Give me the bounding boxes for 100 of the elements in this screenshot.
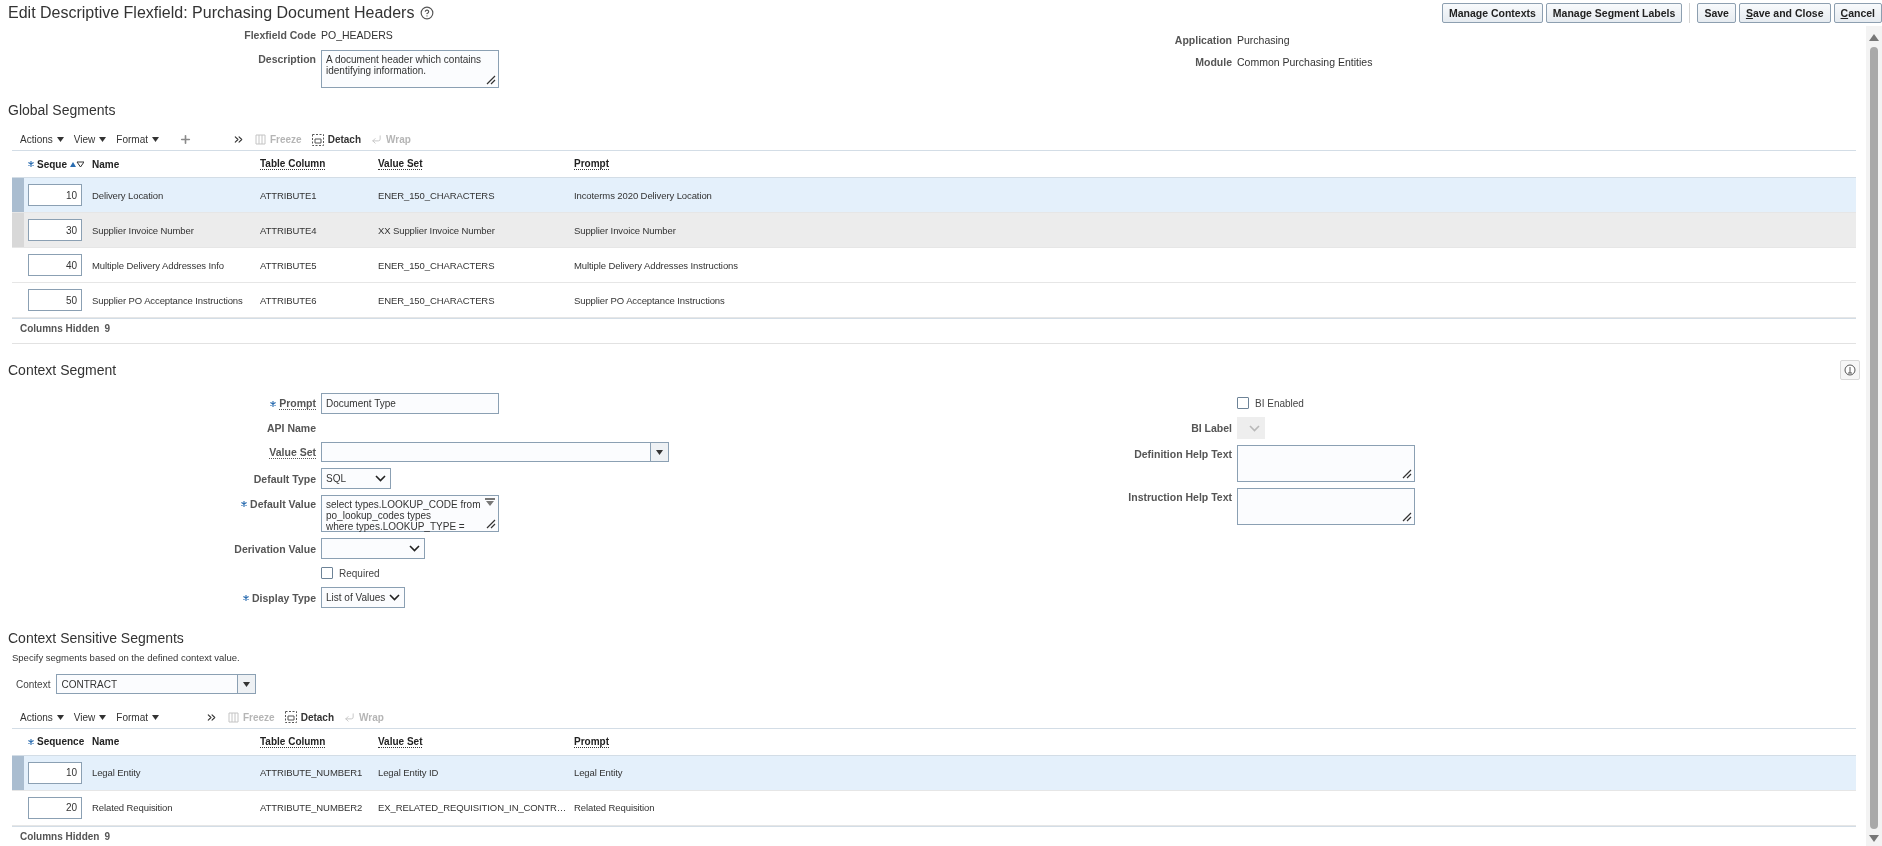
field-label: Flexfield Code xyxy=(244,29,316,41)
field-label: Context xyxy=(16,679,51,690)
detach-icon xyxy=(284,711,297,724)
select-field[interactable]: List of Values xyxy=(321,587,405,609)
field-label: API Name xyxy=(266,422,316,435)
caret-icon xyxy=(56,714,64,720)
header-button[interactable]: Save xyxy=(1697,3,1736,23)
checkbox-field[interactable]: BI Enabled xyxy=(1237,395,1415,412)
detach-icon xyxy=(311,133,324,146)
hidden-count: 9 xyxy=(104,323,110,335)
code-field[interactable]: select types.LOOKUP_CODE from po_lookup_codes types where types.LOOKUP_TYPE = xyxy=(321,495,499,533)
field-label: BI Label xyxy=(1191,422,1232,435)
field-label: Display Type xyxy=(252,592,316,604)
column-header[interactable]: Sequence xyxy=(37,736,85,748)
menu-button[interactable]: Actions xyxy=(20,711,64,723)
toolbar-button[interactable]: Detach xyxy=(311,133,361,146)
table-cell-text: Supplier Invoice Number xyxy=(573,224,676,236)
resize-handle-icon[interactable] xyxy=(486,75,496,85)
table-row[interactable]: 10 Legal Entity ATTRIBUTE_NUMBER1 Legal Entity ID Legal Entity xyxy=(12,755,1856,791)
checkbox[interactable] xyxy=(1237,397,1249,410)
sequence-field[interactable]: 50 xyxy=(28,289,82,312)
sequence-field[interactable]: 10 xyxy=(28,184,82,207)
view-toggle-button[interactable] xyxy=(1840,360,1860,381)
field-value: SQL xyxy=(326,473,346,485)
sequence-field[interactable]: 20 xyxy=(28,796,82,819)
table-cell-text: EX_RELATED_REQUISITION_IN_CONTR… xyxy=(377,802,567,814)
wrap-icon xyxy=(371,134,382,146)
dropdown-button[interactable] xyxy=(650,443,668,462)
header-button[interactable]: Manage Segment Labels xyxy=(1545,3,1683,23)
table-cell-text: Related Requisition xyxy=(573,802,655,814)
column-header[interactable]: Prompt xyxy=(574,158,609,171)
checkbox-field[interactable]: Required xyxy=(321,565,1058,582)
context-field[interactable]: CONTRACT xyxy=(56,674,257,695)
chevron-down-icon xyxy=(375,475,386,483)
resize-handle-icon[interactable] xyxy=(1402,469,1412,480)
scroll-arrow-icon[interactable] xyxy=(485,498,495,507)
column-header[interactable]: Value Set xyxy=(378,735,423,748)
column-header[interactable]: Value Set xyxy=(378,158,423,171)
field-label: Value Set xyxy=(269,446,316,459)
table-cell-text: Related Requisition xyxy=(91,802,173,814)
add-button[interactable] xyxy=(178,133,192,147)
sequence-field[interactable]: 10 xyxy=(28,761,82,784)
page-title: Edit Descriptive Flexfield: Purchasing Document Headers xyxy=(8,4,415,22)
menu-button[interactable]: Actions xyxy=(20,134,64,146)
dropdown-button[interactable] xyxy=(237,675,256,694)
header-button[interactable]: Cancel xyxy=(1833,3,1882,23)
chevron-down-icon xyxy=(409,545,420,553)
section-title: Context Segment xyxy=(8,361,117,381)
menu-button[interactable]: Format xyxy=(116,711,159,723)
header-button[interactable]: Manage Contexts xyxy=(1441,3,1543,23)
columns-icon xyxy=(254,134,266,146)
column-header[interactable]: Name xyxy=(92,158,120,170)
resize-handle-icon[interactable] xyxy=(486,519,496,530)
column-header[interactable]: Table Column xyxy=(260,158,326,171)
section-title: Global Segments xyxy=(8,101,117,120)
toolbar-button[interactable]: Detach xyxy=(284,711,334,724)
checkbox-label: BI Enabled xyxy=(1255,398,1304,409)
wrap-icon xyxy=(344,711,355,723)
menu-button[interactable]: View xyxy=(73,711,107,723)
select-field[interactable]: SQL xyxy=(321,468,391,490)
caret-icon xyxy=(99,714,107,720)
section-description: Specify segments based on the defined context value. xyxy=(12,651,241,666)
select-field[interactable] xyxy=(321,538,425,560)
sequence-field[interactable]: 30 xyxy=(28,219,82,242)
field-label: Module xyxy=(1195,56,1232,68)
table-row[interactable]: 10 Delivery Location ATTRIBUTE1 ENER_150_CHARACTERS Incoterms 2020 Delivery Location xyxy=(12,178,1856,214)
column-header[interactable]: Name xyxy=(92,736,120,748)
checkbox[interactable] xyxy=(321,567,333,580)
help-icon[interactable] xyxy=(420,6,435,20)
scroll-thumb[interactable] xyxy=(1870,47,1878,829)
caret-icon xyxy=(99,137,107,143)
field-label: Derivation Value xyxy=(234,543,316,555)
caret-icon xyxy=(151,137,159,143)
scrollbar[interactable] xyxy=(1866,26,1882,846)
menu-button[interactable]: Format xyxy=(116,134,159,146)
menu-button[interactable]: View xyxy=(73,134,107,146)
caret-icon xyxy=(56,137,64,143)
scroll-up-icon[interactable] xyxy=(1869,34,1879,41)
table-cell-text: Legal Entity ID xyxy=(377,767,439,779)
text-area[interactable]: A document header which contains identifying information. xyxy=(321,50,499,88)
header-button[interactable]: Save and Close xyxy=(1738,3,1831,23)
scroll-down-icon[interactable] xyxy=(1869,835,1879,842)
table-cell-text: Legal Entity xyxy=(573,767,623,779)
table-cell-text: ATTRIBUTE6 xyxy=(259,294,317,306)
table-row[interactable]: 30 Supplier Invoice Number ATTRIBUTE4 XX Supplier Invoice Number Supplier Invoice Number xyxy=(12,213,1856,249)
sort-icon[interactable] xyxy=(70,160,84,168)
value-set-field[interactable] xyxy=(321,442,669,463)
column-header[interactable]: Table Column xyxy=(260,735,326,748)
field-value: Common Purchasing Entities xyxy=(1237,55,1373,70)
checkbox-label: Required xyxy=(339,568,380,579)
table-cell-text: Legal Entity xyxy=(91,767,141,779)
columns-hidden-label: Columns Hidden xyxy=(20,323,100,335)
text-field[interactable]: Document Type xyxy=(321,393,499,415)
field-value: PO_HEADERS xyxy=(321,28,394,43)
resize-handle-icon[interactable] xyxy=(1402,512,1412,523)
sequence-field[interactable]: 40 xyxy=(28,254,82,277)
column-header[interactable]: Prompt xyxy=(574,735,609,748)
table-cell-text: ATTRIBUTE_NUMBER2 xyxy=(259,802,363,814)
table-cell-text: XX Supplier Invoice Number xyxy=(377,224,495,236)
column-header[interactable]: Seque xyxy=(37,158,67,170)
